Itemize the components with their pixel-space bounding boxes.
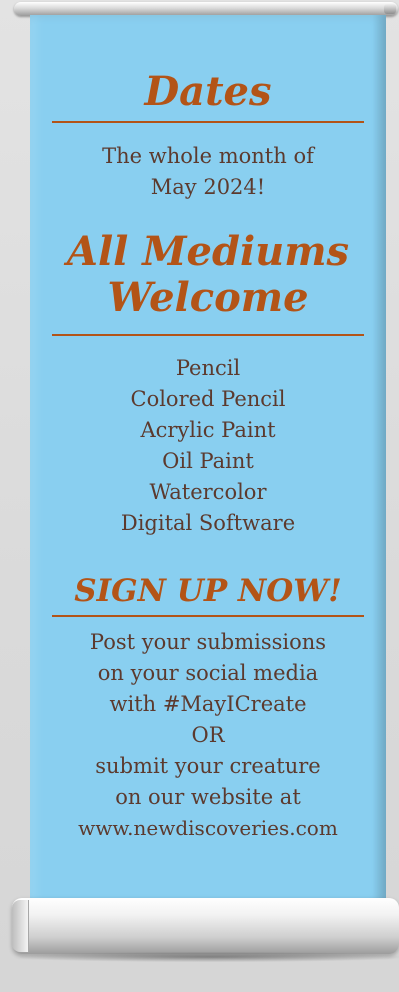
dates-text: The whole month of May 2024!	[30, 141, 386, 203]
medium-item: Oil Paint	[162, 449, 254, 473]
dates-text-line: The whole month of	[102, 144, 314, 168]
medium-item: Acrylic Paint	[140, 418, 276, 442]
mediums-heading-line: Welcome	[107, 274, 309, 321]
signup-text-line: on our website at	[115, 785, 301, 809]
signup-text-line: OR	[191, 723, 225, 747]
floor-shadow	[20, 952, 399, 962]
mediums-heading-line: All Mediums	[66, 228, 350, 275]
medium-item: Pencil	[175, 356, 241, 380]
roll-up-banner-stand: Dates The whole month of May 2024! All M…	[0, 0, 399, 992]
dates-text-line: May 2024!	[150, 175, 266, 199]
mediums-heading: All Mediums Welcome	[30, 229, 386, 321]
medium-item: Colored Pencil	[130, 387, 286, 411]
dates-rule	[52, 121, 364, 123]
top-rail	[14, 2, 398, 16]
signup-text-line: on your social media	[97, 661, 319, 685]
signup-text-line: submit your creature	[95, 754, 321, 778]
mediums-rule	[52, 334, 364, 336]
website-url: www.newdiscoveries.com	[78, 816, 338, 840]
banner-base-roller	[12, 898, 399, 954]
top-rail-cap	[384, 4, 396, 14]
signup-text: Post your submissions on your social med…	[30, 627, 386, 844]
medium-item: Watercolor	[149, 480, 267, 504]
signup-rule	[52, 615, 364, 617]
signup-heading: SIGN UP NOW!	[74, 573, 342, 609]
medium-item: Digital Software	[120, 511, 296, 535]
dates-heading: Dates	[144, 68, 272, 115]
banner-base-end-cap	[12, 900, 29, 952]
signup-text-line: Post your submissions	[89, 630, 327, 654]
signup-text-line: with #MayICreate	[109, 692, 307, 716]
banner: Dates The whole month of May 2024! All M…	[30, 15, 386, 903]
mediums-list: Pencil Colored Pencil Acrylic Paint Oil …	[30, 353, 386, 539]
